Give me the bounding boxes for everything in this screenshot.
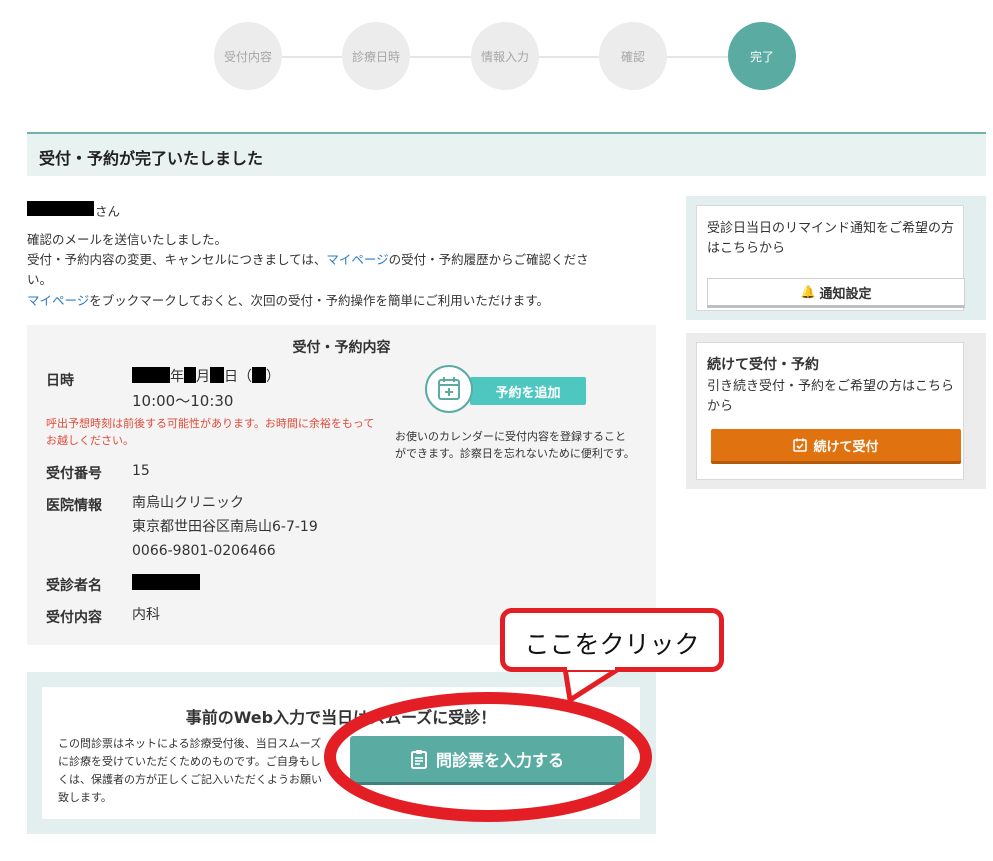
callout-tail xyxy=(562,665,623,703)
annotation-callout: ここをクリック xyxy=(500,608,724,672)
annotation-callout-text: ここをクリック xyxy=(524,630,700,659)
annotation-overlay xyxy=(324,665,652,822)
highlight-ellipse xyxy=(324,692,652,822)
callout-tail-joint xyxy=(567,664,615,670)
